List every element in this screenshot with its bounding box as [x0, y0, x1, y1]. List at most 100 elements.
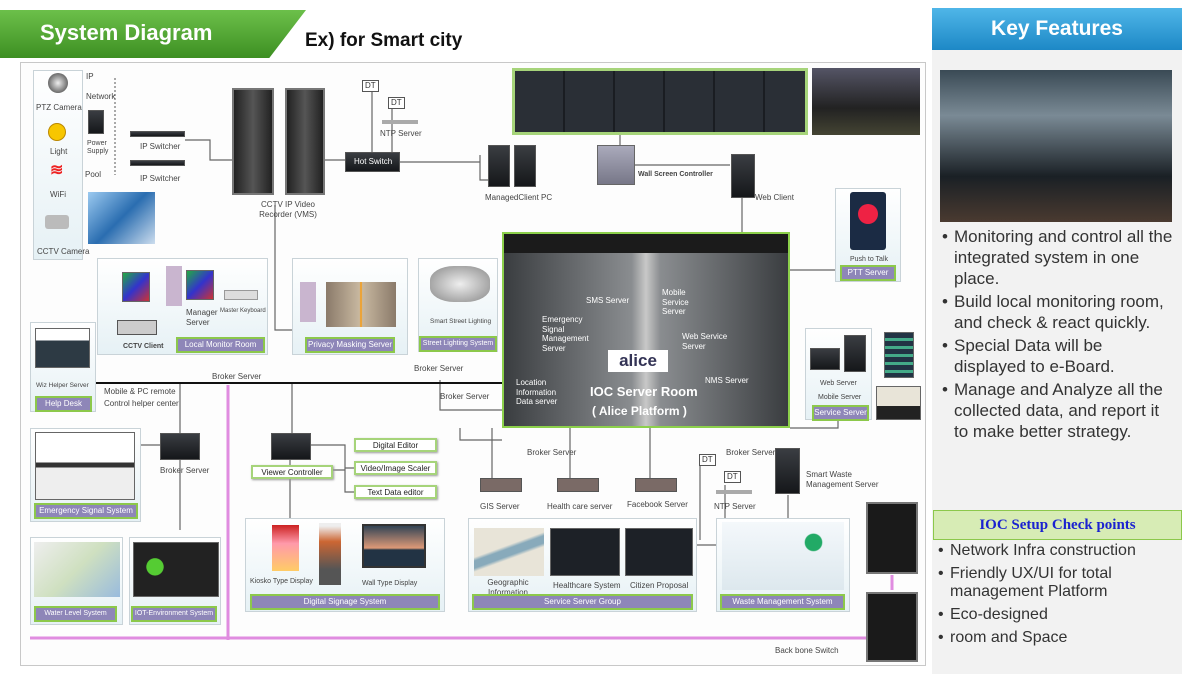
gis-server-device	[480, 478, 522, 492]
ip-switcher-2-icon	[130, 160, 185, 166]
check-points-list: Network Infra construction Friendly UX/U…	[936, 542, 1176, 652]
healthcare-label: Healthcare System	[553, 581, 621, 590]
backbone-switch	[866, 502, 918, 574]
kiosk-label: Kiosko Type Display	[250, 578, 313, 585]
ioc-emergency: Emergency Signal Management Server	[542, 315, 589, 353]
help-desk-title: Help Desk	[35, 396, 92, 412]
check-item: Friendly UX/UI for total management Plat…	[936, 565, 1176, 601]
smart-waste-server	[775, 448, 800, 494]
check-points-title: IOC Setup Check points	[933, 510, 1182, 540]
digital-editor-label: Digital Editor	[354, 438, 437, 452]
waste-management-title: Waste Management System	[720, 594, 845, 610]
keyboard-device	[224, 290, 258, 300]
cctv-camera-icon	[45, 215, 69, 229]
emergency-signal-title: Emergency Signal System	[34, 503, 138, 519]
broker-server-label: Broker Server	[212, 372, 262, 381]
ntp-label: NTP Server	[714, 502, 756, 511]
digital-signage-title: Digital Signage System	[250, 594, 440, 610]
keyboard-label: Master Keyboard	[220, 308, 266, 314]
service-group-title: Service Server Group	[472, 594, 693, 610]
light-label: Light	[50, 147, 68, 156]
feature-item: Special Data will be displayed to e-Boar…	[940, 335, 1176, 377]
key-features-list: Monitoring and control all the integrate…	[940, 226, 1176, 444]
ioc-sms: SMS Server	[586, 296, 630, 305]
ioc-location: Location Information Data server	[516, 378, 558, 407]
wall-display-label: Wall Type Display	[362, 580, 418, 587]
street-lighting-device-label: Smart Street Lighting	[430, 318, 492, 325]
control-room-photo	[812, 68, 920, 135]
wifi-icon: ≋	[50, 162, 64, 179]
wiz-helper-screen	[35, 328, 90, 368]
wall-controller-label: Wall Screen Controller	[638, 171, 713, 178]
citizen-screen	[625, 528, 693, 576]
cctv-client-device	[117, 320, 157, 335]
control-room-photo	[940, 70, 1172, 222]
kiosk-display	[272, 525, 299, 571]
ip-switcher-1-label: IP Switcher	[140, 142, 181, 151]
web-server-label: Web Server	[820, 380, 857, 387]
cctv-client-monitor	[122, 272, 150, 302]
iot-dashboard	[133, 542, 219, 597]
manager-server-label: Manager Server	[186, 308, 218, 327]
smart-waste-label: Smart Waste Management Server	[806, 470, 879, 489]
mobile-server-label: Mobile Server	[818, 394, 862, 401]
citizen-label: Citizen Proposal	[630, 581, 689, 590]
ip-switcher-1-icon	[130, 131, 185, 137]
wifi-label: WiFi	[50, 190, 66, 199]
water-level-map	[34, 542, 120, 597]
power-supply-label: Power Supply	[87, 140, 109, 156]
health-server-label: Health care server	[547, 502, 613, 511]
managed-pc-label: ManagedClient PC	[485, 193, 553, 202]
gis-server-label: GIS Server	[480, 502, 520, 511]
wiz-helper-label: Wiz Helper Server	[36, 382, 89, 389]
ptt-phone	[850, 192, 886, 250]
street-lighting-title: Street Lighting System	[419, 336, 497, 352]
ioc-platform: ( Alice Platform )	[592, 404, 687, 418]
check-item: Eco-designed	[936, 606, 1176, 624]
local-monitor-title: Local Monitor Room	[176, 337, 265, 353]
remote-label: Mobile & PC remote	[104, 387, 176, 396]
manager-server-tower	[166, 266, 182, 306]
ioc-web: Web Service Server	[682, 332, 728, 351]
vms-rack-2	[285, 88, 325, 195]
managed-client-pc	[514, 145, 536, 187]
manager-monitor	[186, 270, 214, 300]
push-to-talk-label: Push to Talk	[850, 256, 889, 263]
gis-map	[474, 528, 544, 576]
key-features-title: Key Features	[932, 8, 1182, 50]
video-scaler-label: Video/Image Scaler	[354, 461, 437, 475]
dt-tag: DT	[724, 471, 741, 483]
privacy-masking-title: Privacy Masking Server	[305, 337, 395, 353]
wall-controller-device	[597, 145, 635, 185]
text-editor-label: Text Data editor	[354, 485, 437, 499]
feature-item: Build local monitoring room, and check &…	[940, 291, 1176, 333]
broker-server-label: Broker Server	[527, 448, 577, 457]
map-tablet	[876, 386, 921, 420]
broker-server-label: Broker Server	[440, 392, 490, 401]
dt-tag: DT	[362, 80, 379, 92]
ntp-device	[382, 120, 418, 124]
power-supply-icon	[88, 110, 104, 134]
pool-label: Pool	[85, 170, 102, 179]
web-server-device	[810, 348, 840, 370]
broker-server-label: Broker Server	[160, 466, 210, 475]
ntp-label: NTP Server	[380, 129, 422, 138]
feature-item: Manage and Analyze all the collected dat…	[940, 379, 1176, 442]
vms-label: CCTV IP Video Recorder (VMS)	[259, 200, 317, 219]
broker-server-device	[160, 433, 200, 460]
feature-item: Monitoring and control all the integrate…	[940, 226, 1176, 289]
check-item: Network Infra construction	[936, 542, 1176, 560]
cctv-photo	[88, 192, 155, 244]
ptt-server-label: PTT Server	[840, 265, 896, 281]
iot-environment-title: IOT-Environment System	[131, 606, 217, 622]
dt-tag: DT	[388, 97, 405, 109]
managed-client-pc	[488, 145, 510, 187]
video-wall-image	[512, 68, 808, 135]
vms-rack-1	[232, 88, 274, 195]
ip-label: IP	[86, 72, 94, 81]
check-item: room and Space	[936, 629, 1176, 647]
water-level-title: Water Level System	[34, 606, 117, 622]
wall-display	[362, 524, 426, 568]
ptz-camera-label: PTZ Camera	[36, 103, 82, 112]
street-light-camera	[430, 266, 490, 302]
